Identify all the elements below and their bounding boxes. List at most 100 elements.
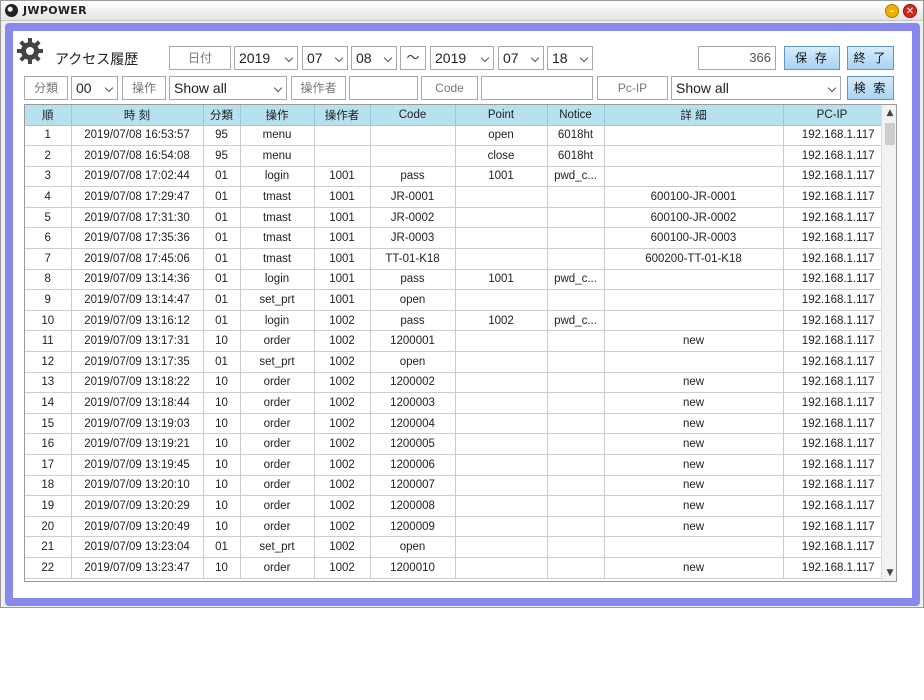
- col-operator-cell: 1002: [314, 454, 371, 476]
- table-row[interactable]: 12 2019/07/09 13:17:35 01 set_prt 1002 open 19…: [25, 351, 882, 373]
- table-row[interactable]: 17 2019/07/09 13:19:45 10 order 1002 1200006 n…: [25, 454, 882, 476]
- save-button[interactable]: 保 存: [784, 46, 840, 70]
- to-day-select[interactable]: 18: [547, 46, 593, 70]
- table-row[interactable]: 22 2019/07/09 13:23:47 10 order 1002 1200010 n…: [25, 557, 882, 579]
- col-operation-cell: order: [240, 433, 315, 455]
- access-log-grid: 順時 刻分類 操作 操作者 Code Point Notice 詳 細 PC-IP 1 2019…: [24, 104, 897, 582]
- table-row[interactable]: 11 2019/07/09 13:17:31 10 order 1002 1200001 n…: [25, 330, 882, 353]
- col-detail-cell: [604, 536, 784, 558]
- from-day-select[interactable]: 08: [351, 46, 397, 70]
- table-row[interactable]: 7 2019/07/08 17:45:06 01 tmast 1001 TT-01-K18…: [25, 248, 882, 270]
- table-row[interactable]: 1 2019/07/08 16:53:57 95 menu open 6018ht 192.…: [25, 125, 882, 147]
- col-seq-cell: 14: [25, 392, 72, 414]
- header-operator[interactable]: 操作者: [314, 105, 371, 126]
- table-row[interactable]: 13 2019/07/09 13:18:22 10 order 1002 1200002 n…: [25, 372, 882, 394]
- col-category-cell: 95: [203, 145, 241, 167]
- col-detail-cell: [604, 310, 784, 332]
- col-category-cell: 01: [203, 186, 241, 208]
- header-pcip[interactable]: PC-IP: [783, 105, 882, 126]
- header-time[interactable]: 時 刻: [71, 105, 204, 126]
- col-operation-cell: order: [240, 475, 315, 497]
- header-category[interactable]: 分類: [203, 105, 241, 126]
- from-month-select[interactable]: 07: [302, 46, 348, 70]
- col-point-cell: 1001: [455, 269, 548, 291]
- col-detail-cell: [604, 269, 784, 291]
- col-operator-cell: 1001: [314, 207, 371, 229]
- scroll-thumb[interactable]: [885, 123, 895, 145]
- col-point-cell: [455, 392, 548, 414]
- header-point[interactable]: Point: [455, 105, 548, 126]
- table-row[interactable]: 8 2019/07/09 13:14:36 01 login 1001 pass 1001 p…: [25, 269, 882, 291]
- to-year-select[interactable]: 2019: [430, 46, 494, 70]
- col-operation-cell: login: [240, 310, 315, 332]
- table-row[interactable]: 5 2019/07/08 17:31:30 01 tmast 1001 JR-0002 60…: [25, 207, 882, 229]
- table-row[interactable]: 18 2019/07/09 13:20:10 10 order 1002 1200007 n…: [25, 475, 882, 497]
- table-row[interactable]: 15 2019/07/09 13:19:03 10 order 1002 1200004 n…: [25, 413, 882, 435]
- col-code-cell: [370, 145, 456, 167]
- pcip-select[interactable]: Show all: [671, 76, 841, 100]
- table-row[interactable]: 20 2019/07/09 13:20:49 10 order 1002 1200009 n…: [25, 516, 882, 538]
- col-pcip-cell: 192.168.1.117: [783, 351, 882, 373]
- code-input[interactable]: [481, 76, 593, 100]
- table-row[interactable]: 19 2019/07/09 13:20:29 10 order 1002 1200008 n…: [25, 495, 882, 517]
- from-year-select[interactable]: 2019: [234, 46, 298, 70]
- col-code-cell: 1200006: [370, 454, 456, 476]
- operator-input[interactable]: [349, 76, 418, 100]
- category-select[interactable]: 00: [71, 76, 118, 100]
- col-category-cell: 01: [203, 227, 241, 250]
- vertical-scrollbar[interactable]: ▲ ▼: [881, 105, 896, 581]
- header-detail[interactable]: 詳 細: [604, 105, 784, 126]
- table-row[interactable]: 4 2019/07/08 17:29:47 01 tmast 1001 JR-0001 60…: [25, 186, 882, 208]
- col-notice-cell: 6018ht: [547, 145, 605, 167]
- scroll-down-icon[interactable]: ▼: [882, 565, 896, 581]
- table-row[interactable]: 9 2019/07/09 13:14:47 01 set_prt 1001 open 192…: [25, 289, 882, 311]
- col-point-cell: [455, 330, 548, 353]
- col-point-cell: [455, 536, 548, 558]
- close-button[interactable]: ✕: [903, 4, 917, 18]
- col-notice-cell: [547, 289, 605, 311]
- header-code[interactable]: Code: [370, 105, 456, 126]
- col-category-cell: 10: [203, 495, 241, 517]
- scroll-up-icon[interactable]: ▲: [882, 105, 896, 121]
- table-row[interactable]: 21 2019/07/09 13:23:04 01 set_prt 1002 open 19…: [25, 536, 882, 558]
- col-detail-cell: new: [604, 475, 784, 497]
- col-pcip-cell: 192.168.1.117: [783, 557, 882, 579]
- col-pcip-cell: 192.168.1.117: [783, 145, 882, 167]
- header-seq[interactable]: 順: [25, 105, 72, 126]
- table-row[interactable]: 2 2019/07/08 16:54:08 95 menu close 6018ht 192…: [25, 145, 882, 167]
- header-notice[interactable]: Notice: [547, 105, 605, 126]
- col-operator-cell: 1001: [314, 227, 371, 250]
- col-operator-cell: 1001: [314, 248, 371, 270]
- col-detail-cell: 600100-JR-0001: [604, 186, 784, 208]
- table-row[interactable]: 10 2019/07/09 13:16:12 01 login 1002 pass 1002…: [25, 310, 882, 332]
- table-row[interactable]: 3 2019/07/08 17:02:44 01 login 1001 pass 1001 p…: [25, 166, 882, 188]
- col-operation-cell: menu: [240, 145, 315, 167]
- operation-select[interactable]: Show all: [169, 76, 287, 100]
- table-row[interactable]: 14 2019/07/09 13:18:44 10 order 1002 1200003 n…: [25, 392, 882, 414]
- header-operation[interactable]: 操作: [240, 105, 315, 126]
- col-operation-cell: tmast: [240, 207, 315, 229]
- col-category-cell: 95: [203, 125, 241, 147]
- col-detail-cell: new: [604, 516, 784, 538]
- col-code-cell: open: [370, 536, 456, 558]
- col-time-cell: 2019/07/09 13:23:04: [71, 536, 204, 558]
- col-operation-cell: set_prt: [240, 289, 315, 311]
- col-pcip-cell: 192.168.1.117: [783, 495, 882, 517]
- exit-button[interactable]: 終 了: [847, 46, 894, 70]
- range-tilde: ～: [400, 46, 426, 70]
- window-title: JWPOWER: [23, 4, 87, 17]
- table-row[interactable]: 6 2019/07/08 17:35:36 01 tmast 1001 JR-0003 60…: [25, 227, 882, 250]
- table-row[interactable]: 16 2019/07/09 13:19:21 10 order 1002 1200005 n…: [25, 433, 882, 455]
- col-category-cell: 10: [203, 433, 241, 455]
- col-time-cell: 2019/07/08 17:35:36: [71, 227, 204, 250]
- col-seq-cell: 12: [25, 351, 72, 373]
- col-point-cell: [455, 516, 548, 538]
- col-notice-cell: [547, 557, 605, 579]
- minimize-button[interactable]: –: [885, 4, 899, 18]
- col-operation-cell: login: [240, 269, 315, 291]
- search-button[interactable]: 検 索: [847, 76, 894, 100]
- col-detail-cell: new: [604, 330, 784, 353]
- col-category-cell: 10: [203, 372, 241, 394]
- col-point-cell: [455, 248, 548, 270]
- to-month-select[interactable]: 07: [498, 46, 544, 70]
